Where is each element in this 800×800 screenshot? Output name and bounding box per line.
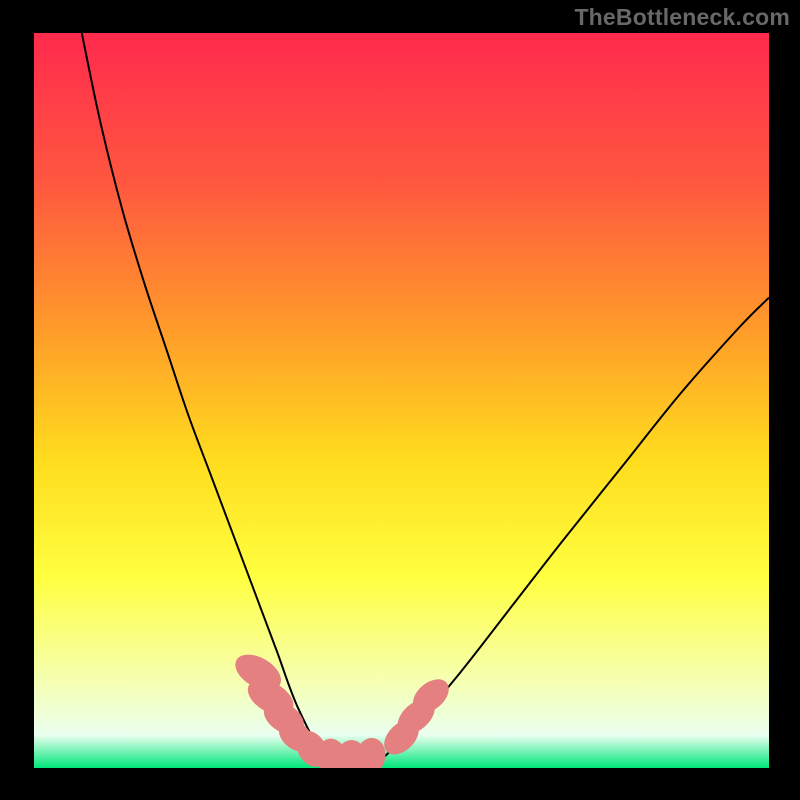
chart-frame: { "watermark": "TheBottleneck.com", "cha… — [0, 0, 800, 800]
gradient-background — [34, 33, 769, 768]
watermark-text: TheBottleneck.com — [574, 4, 790, 31]
bottleneck-chart — [0, 0, 800, 800]
